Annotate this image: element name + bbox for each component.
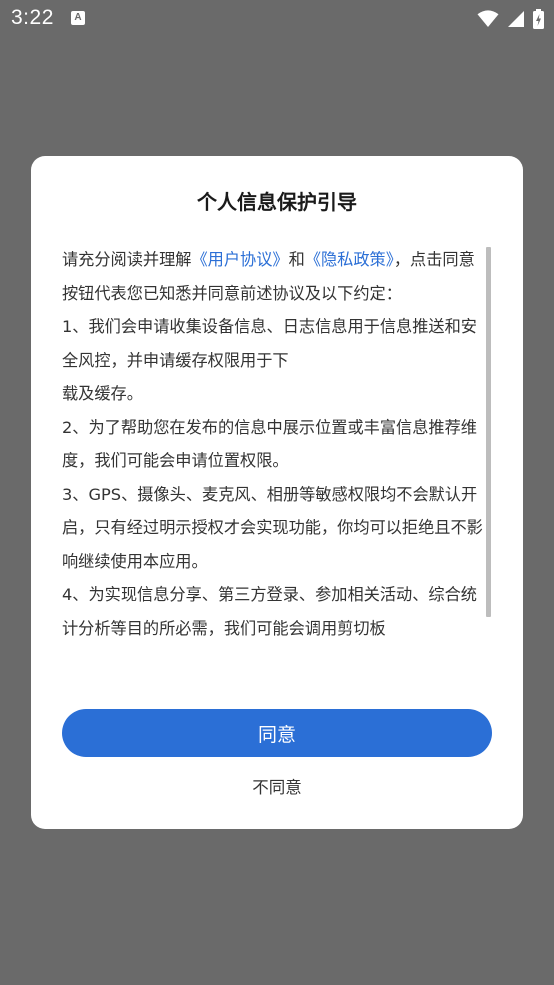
cellular-signal-icon [508,11,524,27]
intro-paragraph: 请充分阅读并理解《用户协议》和《隐私政策》，点击同意按钮代表您已知悉并同意前述协… [62,243,490,310]
intro-and-text: 和 [288,250,305,269]
user-agreement-link[interactable]: 《用户协议》 [192,250,289,269]
status-bar: 3:22 A [0,0,554,38]
privacy-policy-link[interactable]: 《隐私政策》 [305,250,394,269]
dialog-title: 个人信息保护引导 [197,190,357,214]
status-icons [477,7,544,31]
dialog-content-scroll[interactable]: 请充分阅读并理解《用户协议》和《隐私政策》，点击同意按钮代表您已知悉并同意前述协… [62,242,490,677]
intro-before-text: 请充分阅读并理解 [62,250,192,269]
item-3-text: 3、GPS、摄像头、麦克风、相册等敏感权限均不会默认开启，只有经过明示授权才会实… [62,484,483,571]
notification-icon: A [71,11,85,25]
item-1-text-b: 载及缓存。 [62,384,143,403]
disagree-button[interactable]: 不同意 [227,771,327,801]
agree-button[interactable]: 同意 [62,709,492,757]
wifi-icon [477,10,499,27]
dialog-content: 请充分阅读并理解《用户协议》和《隐私政策》，点击同意按钮代表您已知悉并同意前述协… [62,242,490,645]
battery-charging-icon [533,9,544,29]
content-scrollbar[interactable] [486,247,491,617]
status-time: 3:22 [11,6,54,29]
item-4-text: 4、为实现信息分享、第三方登录、参加相关活动、综合统计分析等目的所必需，我们可能… [62,585,477,638]
item-1-text-a: 1、我们会申请收集设备信息、日志信息用于信息推送和安全风控，并申请缓存权限用于下 [62,317,477,370]
item-2-text: 2、为了帮助您在发布的信息中展示位置或丰富信息推荐维度，我们可能会申请位置权限。 [62,417,477,471]
